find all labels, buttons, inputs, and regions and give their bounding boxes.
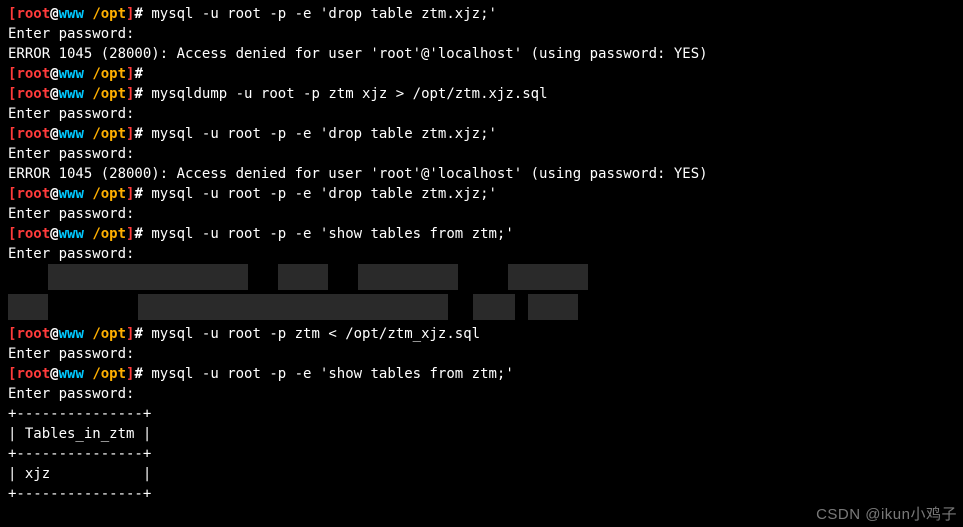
output-text: Enter password:: [8, 106, 134, 122]
output-line: +---------------+: [8, 404, 955, 424]
command-text: mysql -u root -p -e 'show tables from zt…: [151, 366, 513, 382]
output-line: Enter password:: [8, 244, 955, 264]
output-text: +---------------+: [8, 446, 151, 462]
censor-block: [138, 294, 448, 320]
output-text: Enter password:: [8, 26, 134, 42]
terminal-output[interactable]: [root@www /opt]# mysql -u root -p -e 'dr…: [8, 4, 955, 504]
output-text: ERROR 1045 (28000): Access denied for us…: [8, 166, 708, 182]
command-line: [root@www /opt]#: [8, 64, 955, 84]
output-text: Enter password:: [8, 246, 134, 262]
output-text: Enter password:: [8, 346, 134, 362]
output-line: ERROR 1045 (28000): Access denied for us…: [8, 44, 955, 64]
command-line: [root@www /opt]# mysql -u root -p -e 'dr…: [8, 4, 955, 24]
command-text: mysql -u root -p -e 'drop table ztm.xjz;…: [151, 126, 497, 142]
output-text: +---------------+: [8, 406, 151, 422]
command-line: [root@www /opt]# mysql -u root -p -e 'sh…: [8, 364, 955, 384]
command-line: [root@www /opt]# mysqldump -u root -p zt…: [8, 84, 955, 104]
output-text: Enter password:: [8, 206, 134, 222]
output-line: Enter password:: [8, 204, 955, 224]
censor-block: [528, 294, 578, 320]
command-line: [root@www /opt]# mysql -u root -p ztm < …: [8, 324, 955, 344]
output-text: Enter password:: [8, 146, 134, 162]
censor-block: [8, 294, 48, 320]
output-text: Enter password:: [8, 386, 134, 402]
command-text: mysql -u root -p -e 'show tables from zt…: [151, 226, 513, 242]
watermark: CSDN @ikun小鸡子: [816, 505, 957, 525]
command-line: [root@www /opt]# mysql -u root -p -e 'dr…: [8, 124, 955, 144]
output-line: Enter password:: [8, 104, 955, 124]
output-line: +---------------+: [8, 484, 955, 504]
command-line: [root@www /opt]# mysql -u root -p -e 'dr…: [8, 184, 955, 204]
command-text: mysqldump -u root -p ztm xjz > /opt/ztm.…: [151, 86, 547, 102]
command-text: mysql -u root -p -e 'drop table ztm.xjz;…: [151, 6, 497, 22]
censor-block: [473, 294, 515, 320]
output-text: ERROR 1045 (28000): Access denied for us…: [8, 46, 708, 62]
command-text: mysql -u root -p ztm < /opt/ztm_xjz.sql: [151, 326, 480, 342]
output-line: Enter password:: [8, 344, 955, 364]
output-line: ERROR 1045 (28000): Access denied for us…: [8, 164, 955, 184]
output-text: +---------------+: [8, 486, 151, 502]
censor-block: [48, 264, 248, 290]
output-line: | Tables_in_ztm |: [8, 424, 955, 444]
command-text: mysql -u root -p -e 'drop table ztm.xjz;…: [151, 186, 497, 202]
output-line: Enter password:: [8, 144, 955, 164]
command-line: [root@www /opt]# mysql -u root -p -e 'sh…: [8, 224, 955, 244]
censor-block: [508, 264, 588, 290]
output-line: +---------------+: [8, 444, 955, 464]
output-line: | xjz |: [8, 464, 955, 484]
censored-row: [8, 264, 955, 294]
output-line: Enter password:: [8, 384, 955, 404]
censor-block: [358, 264, 458, 290]
output-line: Enter password:: [8, 24, 955, 44]
output-text: | xjz |: [8, 466, 151, 482]
censored-row: [8, 294, 955, 324]
output-text: | Tables_in_ztm |: [8, 426, 151, 442]
censor-block: [278, 264, 328, 290]
